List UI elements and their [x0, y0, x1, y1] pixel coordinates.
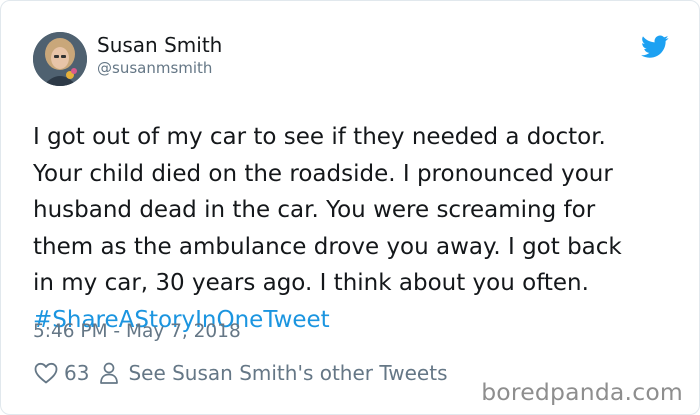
tweet-line: them as the ambulance drove you away. I … [33, 233, 622, 260]
tweet-actions: 63 See Susan Smith's other Tweets [34, 359, 448, 387]
twitter-bird-icon[interactable] [641, 35, 669, 59]
author-handle[interactable]: @susanmsmith [97, 59, 212, 77]
heart-icon [34, 362, 58, 384]
tweet-line: husband dead in the car. You were scream… [33, 197, 596, 223]
user-avatar-photo [33, 32, 87, 86]
tweet-text: I got out of my car to see if they neede… [33, 119, 673, 338]
tweet-line: in my car, 30 years ago. I think about y… [33, 270, 589, 296]
other-tweets-label: See Susan Smith's other Tweets [128, 361, 448, 385]
watermark: boredpanda.com [481, 378, 683, 406]
person-icon [100, 362, 119, 384]
author-name[interactable]: Susan Smith [97, 33, 222, 57]
tweet-card: Susan Smith @susanmsmith I got out of my… [0, 0, 700, 415]
like-count: 63 [64, 361, 90, 385]
avatar[interactable] [33, 32, 87, 86]
other-tweets-link[interactable]: See Susan Smith's other Tweets [99, 361, 448, 385]
tweet-line: I got out of my car to see if they neede… [33, 124, 606, 150]
like-button[interactable]: 63 [34, 361, 89, 385]
tweet-line: Your child died on the roadside. I prono… [33, 160, 613, 187]
tweet-timestamp[interactable]: 5:46 PM - May 7, 2018 [33, 321, 241, 342]
